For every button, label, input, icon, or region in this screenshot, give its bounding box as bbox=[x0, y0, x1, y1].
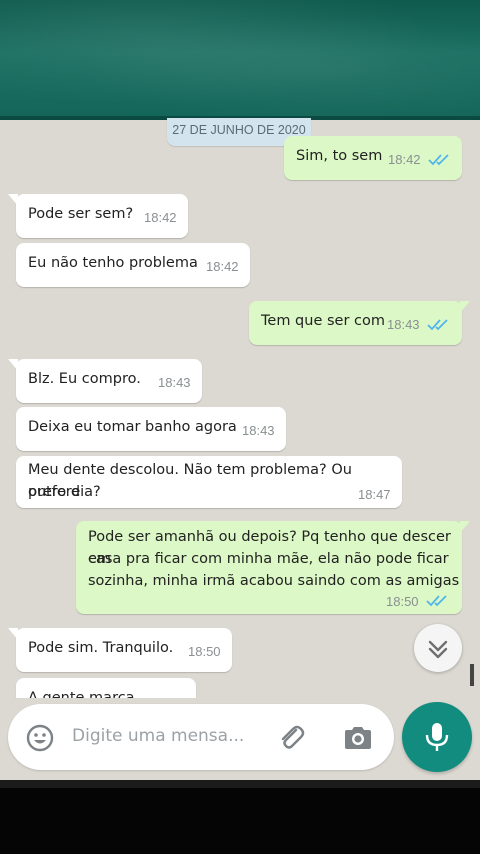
chat-header bbox=[0, 0, 480, 118]
message-bubble-incoming[interactable]: Eu não tenho problema 18:42 bbox=[16, 243, 250, 287]
message-text: A gente marca bbox=[28, 690, 135, 698]
bubble-tail bbox=[460, 301, 470, 313]
voice-record-button[interactable] bbox=[402, 702, 472, 772]
bubble-tail bbox=[8, 359, 18, 371]
message-bubble-outgoing[interactable]: Tem que ser com 18:43 bbox=[249, 301, 470, 345]
double-check-icon bbox=[426, 595, 447, 607]
message-time: 18:47 bbox=[358, 487, 391, 502]
message-time: 18:42 bbox=[206, 259, 239, 274]
partial-message-clip: A gente marca bbox=[0, 676, 480, 698]
message-time: 18:42 bbox=[144, 210, 177, 225]
message-bubble-incoming[interactable]: Meu dente descolou. Não tem problema? Ou… bbox=[16, 456, 402, 508]
message-time: 18:42 bbox=[388, 152, 421, 167]
message-text: Deixa eu tomar banho agora bbox=[28, 419, 237, 435]
message-bubble-incoming[interactable]: A gente marca bbox=[16, 678, 196, 698]
double-check-icon bbox=[427, 319, 448, 331]
double-chevron-down-icon bbox=[428, 640, 448, 659]
message-time: 18:43 bbox=[387, 317, 420, 332]
bubble-tail bbox=[8, 628, 18, 640]
scroll-down-button[interactable] bbox=[414, 624, 462, 672]
message-input-placeholder[interactable]: Digite uma mensa... bbox=[72, 726, 244, 746]
message-text: Pode sim. Tranquilo. bbox=[28, 640, 174, 656]
message-bubble-outgoing[interactable]: Sim, to sem 18:42 bbox=[284, 136, 462, 180]
message-bubble-outgoing[interactable]: Pode ser amanhã ou depois? Pq tenho que … bbox=[76, 521, 470, 614]
bubble-tail bbox=[8, 194, 18, 206]
mic-icon bbox=[425, 723, 449, 751]
message-time: 18:50 bbox=[188, 644, 221, 659]
paperclip-icon[interactable] bbox=[276, 722, 306, 752]
message-text: Sim, to sem bbox=[296, 148, 383, 164]
message-text-line: sozinha, minha irmã acabou saindo com as… bbox=[88, 573, 460, 589]
message-text: Eu não tenho problema bbox=[28, 255, 198, 271]
message-time: 18:43 bbox=[242, 423, 275, 438]
message-bubble-incoming[interactable]: Deixa eu tomar banho agora 18:43 bbox=[16, 407, 286, 451]
emoji-icon[interactable] bbox=[26, 724, 54, 752]
double-check-icon bbox=[428, 154, 449, 166]
system-navigation-bar bbox=[0, 780, 480, 854]
message-time: 18:50 bbox=[386, 594, 419, 609]
message-text: Pode ser sem? bbox=[28, 206, 134, 222]
message-text-line: casa pra ficar com minha mãe, ela não po… bbox=[88, 551, 449, 567]
message-bubble-incoming[interactable]: Pode sim. Tranquilo. 18:50 bbox=[8, 628, 232, 672]
message-bubble-incoming[interactable]: Blz. Eu compro. 18:43 bbox=[8, 359, 202, 403]
message-text: Blz. Eu compro. bbox=[28, 371, 141, 387]
message-bubble-incoming[interactable]: Pode ser sem? 18:42 bbox=[8, 194, 188, 238]
message-time: 18:43 bbox=[158, 375, 191, 390]
scrollbar-thumb[interactable] bbox=[470, 664, 474, 686]
message-input-bar[interactable]: Digite uma mensa... bbox=[8, 704, 394, 770]
camera-icon[interactable] bbox=[342, 724, 374, 752]
message-text-line: outro dia? bbox=[28, 484, 101, 500]
message-text: Tem que ser com bbox=[261, 313, 385, 329]
